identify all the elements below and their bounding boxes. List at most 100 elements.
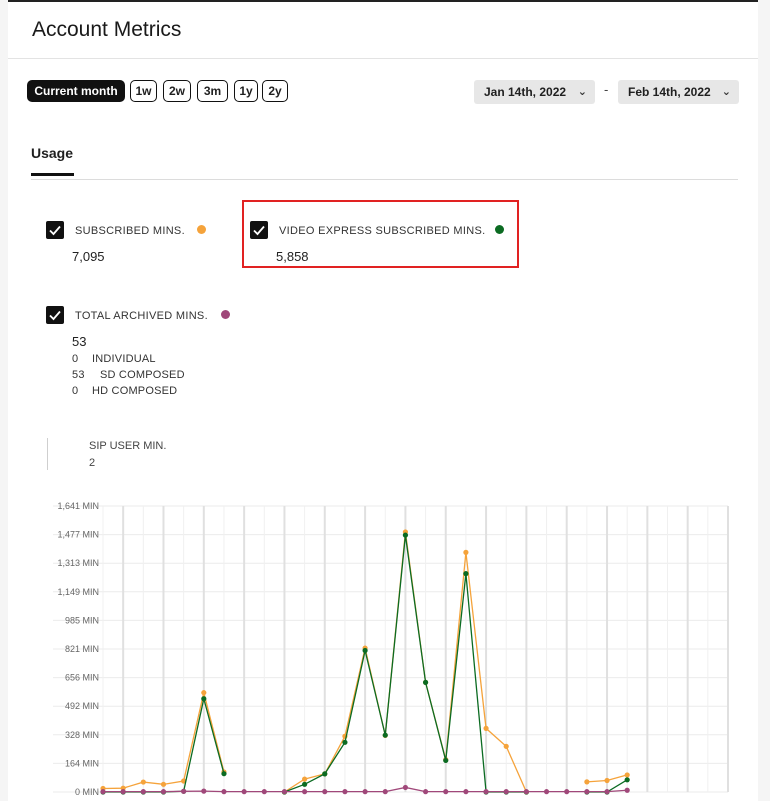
data-point-2	[483, 789, 489, 795]
y-tick-label: 0 MIN	[75, 787, 99, 797]
archived-hd-count: 0	[72, 385, 79, 397]
video-express-label: VIDEO EXPRESS SUBSCRIBED MINS.	[279, 225, 486, 237]
data-point-2	[564, 789, 570, 795]
data-point-2	[422, 789, 429, 795]
y-tick-label: 821 MIN	[65, 644, 99, 654]
archived-sd-count: 53	[72, 369, 85, 381]
checkmark-icon	[49, 225, 61, 236]
data-point-2	[261, 789, 267, 795]
tab-divider	[31, 179, 738, 180]
subscribed-legend-dot	[197, 225, 206, 234]
data-point-2	[362, 789, 368, 795]
data-point-1	[201, 696, 207, 702]
data-point-2	[584, 789, 590, 795]
data-point-2	[160, 789, 167, 795]
data-point-2	[503, 789, 509, 795]
start-date-value: Jan 14th, 2022	[484, 85, 567, 99]
data-point-0	[483, 725, 489, 731]
range-button-1w[interactable]: 1w	[130, 80, 157, 102]
data-point-0	[160, 781, 167, 787]
range-button-1y[interactable]: 1y	[234, 80, 258, 102]
tab-usage[interactable]: Usage	[31, 145, 74, 176]
data-point-2	[382, 789, 388, 795]
data-point-2	[342, 789, 348, 795]
data-point-1	[302, 781, 308, 787]
archived-legend-dot	[221, 310, 230, 319]
page-title: Account Metrics	[32, 18, 182, 41]
account-metrics-panel: Account Metrics Current month 1w 2w 3m 1…	[8, 0, 758, 801]
data-point-1	[362, 647, 368, 654]
y-tick-label: 985 MIN	[65, 615, 99, 625]
chevron-down-icon: ⌄	[721, 86, 731, 98]
data-point-1	[443, 757, 449, 764]
data-point-1	[624, 777, 630, 783]
data-point-2	[604, 789, 610, 795]
data-point-0	[140, 779, 146, 785]
date-separator: -	[604, 82, 609, 97]
range-button-current-month[interactable]: Current month	[27, 80, 125, 102]
y-tick-label: 492 MIN	[65, 701, 99, 711]
subscribed-checkbox[interactable]	[46, 221, 64, 239]
archived-individual-label: INDIVIDUAL	[92, 353, 156, 365]
end-date-value: Feb 14th, 2022	[628, 85, 711, 99]
archived-label: TOTAL ARCHIVED MINS.	[75, 310, 208, 322]
data-point-2	[624, 787, 630, 793]
y-tick-label: 1,477 MIN	[57, 530, 99, 540]
data-point-2	[201, 788, 207, 794]
usage-line-chart: 0 MIN 164 MIN 328 MIN 492 MIN 656 MIN 821 MIN…	[53, 501, 729, 797]
y-tick-label: 1,313 MIN	[57, 558, 99, 568]
sip-divider	[47, 438, 48, 470]
data-point-2	[523, 789, 529, 795]
checkmark-icon	[49, 310, 61, 321]
data-point-2	[221, 789, 227, 795]
data-point-1	[322, 771, 328, 777]
subscribed-label: SUBSCRIBED MINS.	[75, 225, 185, 237]
range-button-2y[interactable]: 2y	[262, 80, 288, 102]
subscribed-value: 7,095	[72, 249, 105, 264]
data-point-2	[443, 789, 449, 795]
video-express-checkbox[interactable]	[250, 221, 268, 239]
data-point-0	[302, 776, 308, 782]
data-point-1	[422, 679, 429, 685]
data-point-2	[302, 789, 308, 795]
data-point-2	[140, 789, 146, 795]
data-point-2	[181, 788, 187, 794]
data-point-1	[382, 732, 388, 738]
data-point-0	[201, 690, 207, 696]
data-point-2	[281, 789, 288, 795]
data-point-1	[342, 739, 348, 745]
chevron-down-icon: ⌄	[577, 86, 587, 98]
data-point-2	[543, 789, 550, 795]
data-point-1	[221, 771, 227, 777]
video-express-value: 5,858	[276, 249, 309, 264]
sip-label: SIP USER MIN.	[89, 440, 167, 452]
y-tick-label: 1,149 MIN	[57, 587, 99, 597]
y-tick-label: 164 MIN	[65, 758, 99, 768]
data-point-2	[402, 784, 409, 791]
archived-value: 53	[72, 334, 87, 349]
start-date-picker[interactable]: Jan 14th, 2022 ⌄	[474, 80, 595, 104]
data-point-2	[463, 789, 469, 795]
range-button-2w[interactable]: 2w	[163, 80, 191, 102]
data-point-2	[120, 789, 126, 795]
archived-individual-count: 0	[72, 353, 79, 365]
range-button-3m[interactable]: 3m	[197, 80, 228, 102]
data-point-2	[100, 789, 106, 795]
archived-hd-label: HD COMPOSED	[92, 385, 178, 397]
y-tick-label: 656 MIN	[65, 673, 99, 683]
data-point-0	[584, 779, 590, 785]
archived-sd-label: SD COMPOSED	[100, 369, 185, 381]
archived-checkbox[interactable]	[46, 306, 64, 324]
data-point-2	[322, 789, 328, 795]
data-point-0	[463, 549, 469, 555]
video-express-legend-dot	[495, 225, 504, 234]
data-point-0	[503, 743, 509, 749]
data-point-0	[604, 777, 610, 784]
data-point-1	[402, 532, 409, 538]
data-point-0	[624, 772, 630, 778]
data-point-2	[241, 789, 247, 795]
end-date-picker[interactable]: Feb 14th, 2022 ⌄	[618, 80, 739, 104]
y-tick-label: 328 MIN	[65, 730, 99, 740]
y-tick-label: 1,641 MIN	[57, 501, 99, 511]
sip-value: 2	[89, 457, 96, 469]
